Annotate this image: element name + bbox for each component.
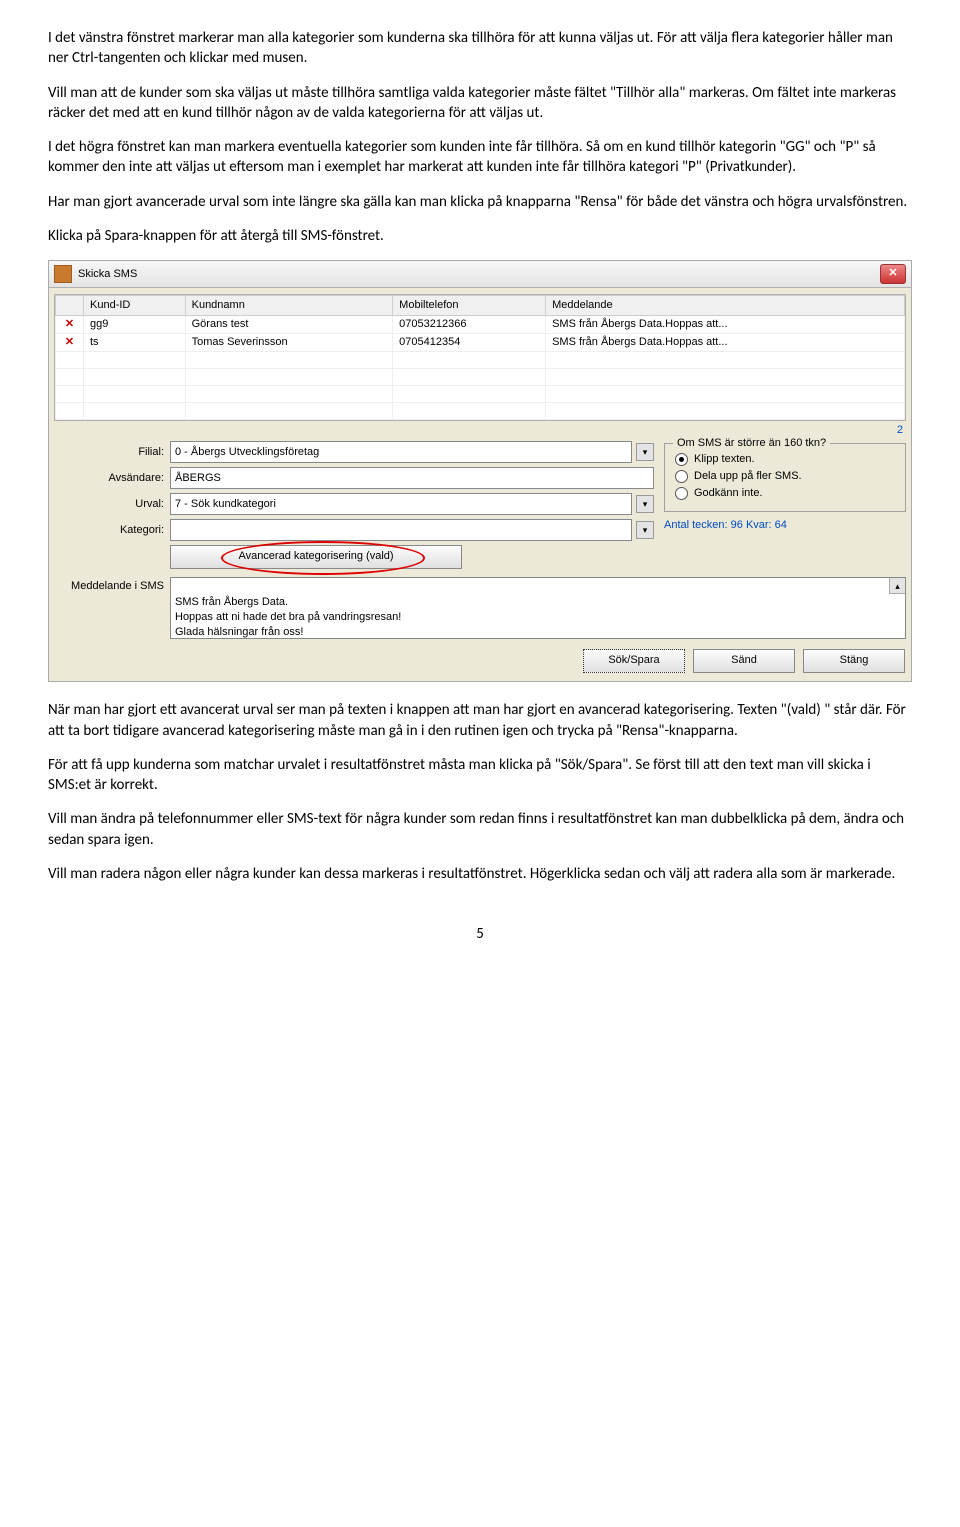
close-icon[interactable]: ✕ xyxy=(880,264,906,284)
radio-godkann[interactable]: Godkänn inte. xyxy=(675,486,895,501)
dropdown-icon[interactable]: ▾ xyxy=(636,495,654,513)
paragraph: Har man gjort avancerade urval som inte … xyxy=(48,192,912,212)
col-mobil[interactable]: Mobiltelefon xyxy=(393,296,546,316)
table-row[interactable] xyxy=(56,402,905,419)
delete-icon[interactable]: ✕ xyxy=(56,315,84,333)
urval-field[interactable]: 7 - Sök kundkategori xyxy=(170,493,632,515)
paragraph: I det högra fönstret kan man markera eve… xyxy=(48,137,912,178)
avsandare-field[interactable]: ÅBERGS xyxy=(170,467,654,489)
radio-icon xyxy=(675,453,688,466)
cell: SMS från Åbergs Data.Hoppas att... xyxy=(546,333,905,351)
dropdown-icon[interactable]: ▾ xyxy=(636,521,654,539)
delete-icon[interactable]: ✕ xyxy=(56,333,84,351)
scroll-up-icon[interactable]: ▴ xyxy=(889,578,905,594)
groupbox-legend: Om SMS är större än 160 tkn? xyxy=(673,436,830,451)
label-meddelande: Meddelande i SMS xyxy=(54,577,170,594)
radio-label: Godkänn inte. xyxy=(694,486,763,501)
label-avsandare: Avsändare: xyxy=(54,471,170,486)
cell: gg9 xyxy=(84,315,186,333)
stang-button[interactable]: Stäng xyxy=(803,649,905,673)
col-kundid[interactable]: Kund-ID xyxy=(84,296,186,316)
cell: SMS från Åbergs Data.Hoppas att... xyxy=(546,315,905,333)
sand-button[interactable]: Sänd xyxy=(693,649,795,673)
page-number: 5 xyxy=(48,924,912,944)
table-row[interactable] xyxy=(56,368,905,385)
paragraph: Vill man radera någon eller några kunder… xyxy=(48,864,912,884)
sok-spara-button[interactable]: Sök/Spara xyxy=(583,649,685,673)
grid-header-row: Kund-ID Kundnamn Mobiltelefon Meddelande xyxy=(56,296,905,316)
paragraph: Vill man att de kunder som ska väljas ut… xyxy=(48,83,912,124)
cell: ts xyxy=(84,333,186,351)
radio-klipp[interactable]: Klipp texten. xyxy=(675,452,895,467)
radio-dela[interactable]: Dela upp på fler SMS. xyxy=(675,469,895,484)
col-meddelande[interactable]: Meddelande xyxy=(546,296,905,316)
radio-icon xyxy=(675,487,688,500)
radio-label: Dela upp på fler SMS. xyxy=(694,469,802,484)
titlebar: Skicka SMS ✕ xyxy=(49,261,911,288)
advanced-category-button[interactable]: Avancerad kategorisering (vald) xyxy=(170,545,462,569)
paragraph: Vill man ändra på telefonnummer eller SM… xyxy=(48,809,912,850)
table-row[interactable] xyxy=(56,385,905,402)
label-urval: Urval: xyxy=(54,497,170,512)
label-kategori: Kategori: xyxy=(54,523,170,538)
col-kundnamn[interactable]: Kundnamn xyxy=(185,296,393,316)
paragraph: I det vänstra fönstret markerar man alla… xyxy=(48,28,912,69)
paragraph: När man har gjort ett avancerat urval se… xyxy=(48,700,912,741)
cell: 0705412354 xyxy=(393,333,546,351)
cell: 07053212366 xyxy=(393,315,546,333)
skicka-sms-window: Skicka SMS ✕ Kund-ID Kundnamn Mobiltelef… xyxy=(48,260,912,682)
kategori-field[interactable] xyxy=(170,519,632,541)
filial-field[interactable]: 0 - Åbergs Utvecklingsföretag xyxy=(170,441,632,463)
app-icon xyxy=(54,265,72,283)
radio-label: Klipp texten. xyxy=(694,452,755,467)
row-count: 2 xyxy=(49,421,911,438)
sms-size-groupbox: Om SMS är större än 160 tkn? Klipp texte… xyxy=(664,443,906,512)
cell: Tomas Severinsson xyxy=(185,333,393,351)
table-row[interactable]: ✕ gg9 Görans test 07053212366 SMS från Å… xyxy=(56,315,905,333)
table-row[interactable]: ✕ ts Tomas Severinsson 0705412354 SMS fr… xyxy=(56,333,905,351)
dropdown-icon[interactable]: ▾ xyxy=(636,443,654,461)
paragraph: För att få upp kunderna som matchar urva… xyxy=(48,755,912,796)
char-count: Antal tecken: 96 Kvar: 64 xyxy=(664,518,906,533)
label-filial: Filial: xyxy=(54,445,170,460)
message-text: SMS från Åbergs Data. Hoppas att ni hade… xyxy=(175,596,401,638)
cell: Görans test xyxy=(185,315,393,333)
result-grid[interactable]: Kund-ID Kundnamn Mobiltelefon Meddelande… xyxy=(54,294,906,421)
table-row[interactable] xyxy=(56,351,905,368)
window-title: Skicka SMS xyxy=(78,267,880,282)
advanced-category-label: Avancerad kategorisering (vald) xyxy=(238,550,393,562)
paragraph: Klicka på Spara-knappen för att återgå t… xyxy=(48,226,912,246)
message-textarea[interactable]: SMS från Åbergs Data. Hoppas att ni hade… xyxy=(170,577,906,639)
radio-icon xyxy=(675,470,688,483)
